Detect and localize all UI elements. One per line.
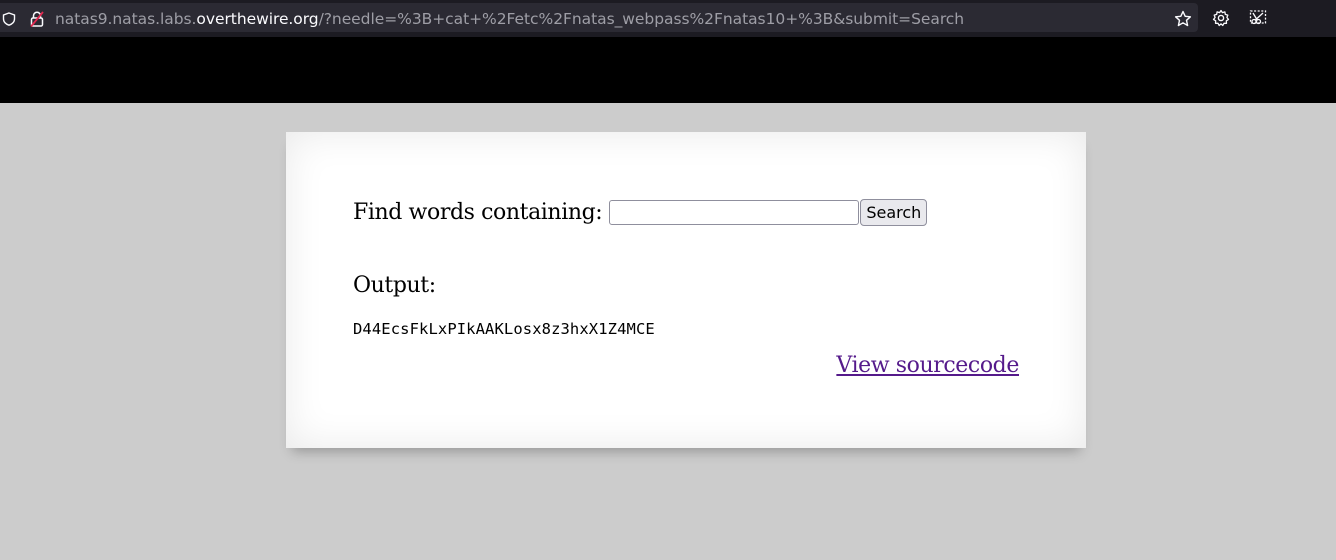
url-path: /?needle=%3B+cat+%2Fetc%2Fnatas_webpass%… (318, 10, 965, 28)
bookmark-star-icon[interactable] (1174, 10, 1192, 28)
search-label: Find words containing: (353, 200, 603, 225)
site-header-band (0, 37, 1336, 103)
insecure-lock-icon[interactable] (30, 11, 44, 27)
address-bar[interactable]: natas9.natas.labs.overthewire.org/?needl… (0, 3, 1198, 32)
search-form: Find words containing: Search (353, 199, 928, 226)
url-text[interactable]: natas9.natas.labs.overthewire.org/?needl… (55, 10, 964, 28)
search-button[interactable]: Search (860, 199, 928, 226)
url-domain: overthewire.org (196, 10, 319, 28)
shield-icon[interactable] (2, 12, 16, 26)
gear-icon[interactable] (1212, 9, 1230, 27)
view-sourcecode-link[interactable]: View sourcecode (836, 353, 1019, 378)
needle-input[interactable] (609, 200, 860, 225)
screenshot-icon[interactable] (1249, 9, 1267, 27)
content-card: Find words containing: Search Output: D4… (286, 132, 1086, 448)
url-prefix: natas9.natas.labs. (55, 10, 197, 28)
output-heading: Output: (353, 273, 436, 298)
output-text: D44EcsFkLxPIkAAKLosx8z3hxX1Z4MCE (353, 320, 655, 338)
browser-toolbar: natas9.natas.labs.overthewire.org/?needl… (0, 0, 1336, 37)
